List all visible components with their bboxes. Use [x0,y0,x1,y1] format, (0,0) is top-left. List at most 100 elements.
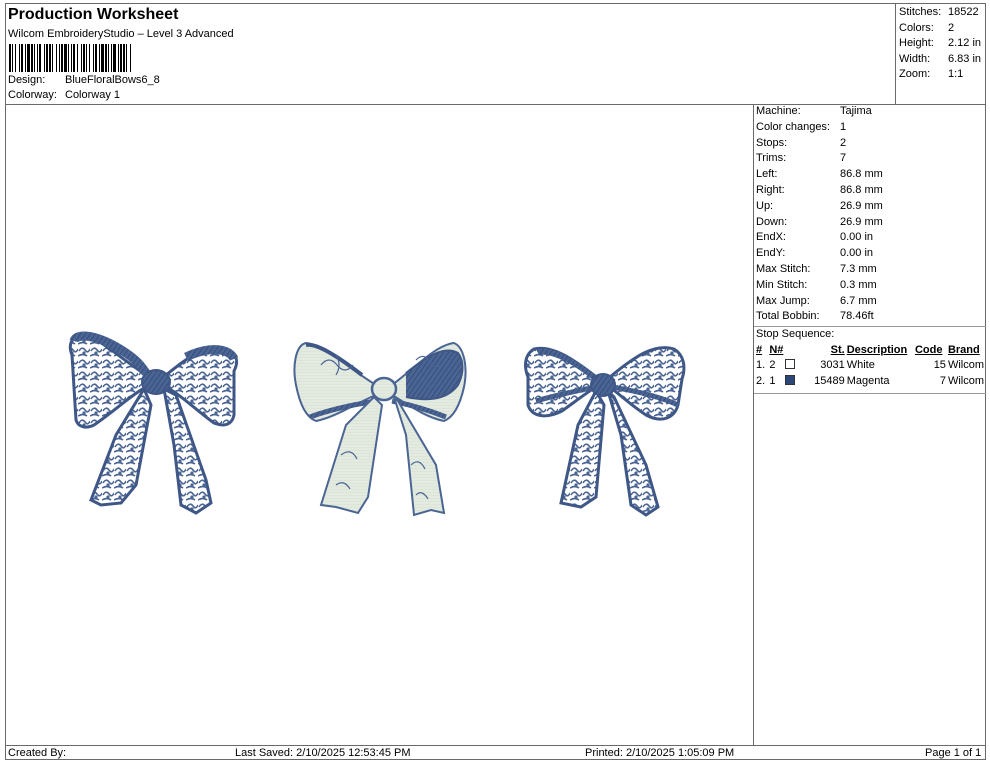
design-name: BlueFloralBows6_8 [65,74,160,86]
worksheet-header: Production Worksheet Wilcom EmbroiderySt… [6,4,895,105]
summary-row: Zoom: 1:1 [896,68,986,84]
info-value: 86.8 mm [840,168,883,181]
colorway-row: Colorway: Colorway 1 [8,89,120,101]
info-row: Max Jump: 6.7 mm [754,295,986,311]
embroidery-preview [68,331,686,517]
info-label: Left: [756,168,778,181]
info-row: Color changes: 1 [754,121,986,137]
info-label: Max Stitch: [756,262,811,275]
info-label: Total Bobbin: [756,310,820,323]
info-row: Down: 26.9 mm [754,216,986,232]
bow-design-1 [68,331,239,515]
info-label: Max Jump: [756,294,810,307]
info-label: Machine: [756,105,801,117]
bow-design-2 [293,341,467,517]
summary-value: 2 [948,21,955,34]
summary-row: Colors: 2 [896,22,986,38]
row-needle-cell: 2 [769,357,814,373]
info-value: 0.3 mm [840,278,877,291]
summary-row: Height: 2.12 in [896,37,986,53]
summary-row: Width: 6.83 in [896,53,986,69]
design-preview [6,105,754,745]
worksheet-footer: Created By: Last Saved: 2/10/2025 12:53:… [6,745,986,760]
design-row: Design: BlueFloralBows6_8 [8,74,160,86]
color-swatch [785,375,796,386]
summary-label: Colors: [899,21,934,34]
info-row: Total Bobbin: 78.46ft [754,310,986,326]
table-header-row: # N# St. Description Code Brand [756,342,986,357]
row-description: Magenta [846,375,890,388]
row-stitches: 3031 [820,359,845,372]
info-label: EndY: [756,247,786,260]
summary-value: 6.83 in [948,52,982,65]
col-index: # [756,343,763,356]
info-value: 6.7 mm [840,294,877,307]
info-value: 0.00 in [840,231,874,244]
info-value: 26.9 mm [840,215,883,228]
stop-sequence-bottom-rule [754,393,986,394]
info-row: Stops: 2 [754,137,986,153]
info-row: EndY: 0.00 in [754,247,986,263]
stop-sequence-table: # N# St. Description Code Brand 1. 2 303… [756,342,986,389]
bow-design-3 [524,346,686,517]
row-code: 7 [939,375,946,388]
info-label: Min Stitch: [756,278,808,291]
info-value: 78.46ft [840,310,874,323]
info-value: 1 [840,120,847,133]
info-row: Right: 86.8 mm [754,184,986,200]
row-index: 2. [756,375,766,388]
info-value: 0.00 in [840,247,874,260]
page-number: Page 1 of 1 [925,747,982,759]
summary-value: 1:1 [948,68,964,80]
summary-label: Stitches: [899,6,942,18]
row-description: White [846,359,875,372]
col-stitches: St. [830,343,845,356]
summary-value: 2.12 in [948,37,982,49]
col-needle: N# [769,343,784,356]
page-title: Production Worksheet [8,6,179,23]
col-description: Description [846,343,908,356]
stop-sequence-title: Stop Sequence: [754,326,986,342]
software-name: Wilcom EmbroideryStudio – Level 3 Advanc… [8,28,234,40]
row-code: 15 [933,359,946,372]
barcode-bar [131,44,133,72]
summary-value: 18522 [948,6,979,18]
summary-label: Width: [899,52,931,65]
info-row: Min Stitch: 0.3 mm [754,279,986,295]
created-by: Created By: [8,747,67,759]
info-value: 7.3 mm [840,262,877,275]
row-brand: Wilcom [947,375,984,388]
design-label: Design: [8,74,46,86]
info-row: Max Stitch: 7.3 mm [754,263,986,279]
row-brand: Wilcom [947,359,984,372]
info-row: Up: 26.9 mm [754,200,986,216]
info-value: 26.9 mm [840,199,883,212]
colorway-name: Colorway 1 [65,89,121,101]
info-value: Tajima [840,105,872,117]
colorway-label: Colorway: [8,89,57,101]
info-row: Trims: 7 [754,152,986,168]
row-needle: 1 [769,375,776,388]
worksheet-frame: Production Worksheet Wilcom EmbroiderySt… [5,3,986,760]
row-stitches: 15489 [814,375,845,388]
info-label: Down: [756,215,788,228]
machine-info-panel: Machine: Tajima Color changes: 1 Stops: 2 T… [754,105,986,745]
info-label: Color changes: [756,120,830,133]
info-row: Machine: Tajima [754,105,986,121]
printed-date: Printed: 2/10/2025 1:05:09 PM [585,747,735,759]
info-row: EndX: 0.00 in [754,231,986,247]
row-index: 1. [756,359,766,372]
info-label: Trims: [756,152,787,165]
summary-row: Stitches: 18522 [896,6,986,22]
row-needle-cell: 1 [769,373,814,389]
info-label: Up: [756,199,774,212]
row-needle: 2 [769,359,776,372]
table-row: 1. 2 3031 White 15 Wilcom [756,357,986,373]
info-row: Left: 86.8 mm [754,168,986,184]
col-brand: Brand [947,343,980,356]
design-summary: Stitches: 18522 Colors: 2 Height: 2.12 in W… [895,4,986,105]
info-value: 2 [840,136,847,149]
info-value: 7 [840,152,847,165]
color-swatch [785,359,796,370]
info-label: EndX: [756,231,786,244]
